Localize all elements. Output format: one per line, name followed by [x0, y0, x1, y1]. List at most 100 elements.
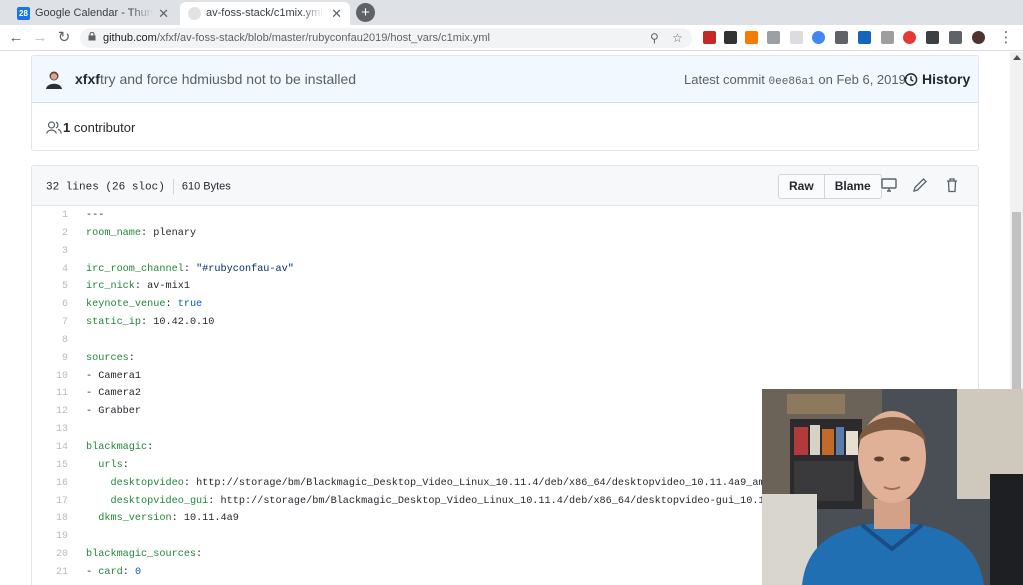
commit-sha-link[interactable]: 0ee86a1 [769, 76, 815, 88]
line-content: - Grabber [86, 403, 141, 421]
code-token: room_name [86, 227, 142, 239]
contributor-label: contributor [73, 120, 136, 135]
extension-icon[interactable] [790, 31, 803, 44]
line-content: irc_nick: av-mix1 [86, 278, 190, 296]
line-number[interactable]: 5 [32, 278, 68, 296]
extension-icon[interactable] [881, 31, 894, 44]
history-link[interactable]: History [903, 71, 970, 87]
bookmark-star-icon[interactable]: ☆ [672, 28, 683, 48]
code-token: dkms_version [98, 513, 172, 525]
contributors-row: 1 contributor [32, 104, 978, 150]
raw-button[interactable]: Raw [778, 174, 824, 199]
blame-button[interactable]: Blame [823, 174, 882, 199]
code-token: : [147, 441, 154, 453]
line-number[interactable]: 3 [32, 243, 68, 261]
extension-icon[interactable] [745, 31, 758, 44]
code-token: : [183, 263, 197, 275]
forward-icon[interactable]: → [30, 28, 50, 48]
code-token: irc_room_channel [86, 263, 184, 275]
code-token: : http://storage/bm/Blackmagic_Desktop_V… [208, 495, 857, 507]
code-token: "#rubyconfau-av" [196, 263, 294, 275]
line-number[interactable]: 6 [32, 296, 68, 314]
tab-title: Google Calendar - Thursday, July [35, 7, 153, 19]
author-avatar[interactable] [45, 70, 63, 89]
line-number[interactable]: 19 [32, 528, 68, 546]
code-line: 5 irc_nick: av-mix1 [32, 278, 978, 296]
line-number[interactable]: 17 [32, 493, 68, 511]
extension-icon[interactable] [724, 31, 737, 44]
close-tab-icon[interactable]: ✕ [158, 2, 169, 25]
line-number[interactable]: 15 [32, 457, 68, 475]
zoom-icon[interactable]: ⚲ [650, 28, 659, 48]
code-token: true [177, 299, 203, 311]
code-line: 2 room_name: plenary [32, 225, 978, 243]
code-line: 6 keynote_venue: true [32, 296, 978, 314]
code-token: : [122, 459, 129, 471]
extension-icon[interactable] [858, 31, 871, 44]
back-icon[interactable]: ← [6, 28, 26, 48]
reload-icon[interactable]: ↻ [54, 28, 74, 48]
line-number[interactable]: 12 [32, 403, 68, 421]
line-number[interactable]: 16 [32, 475, 68, 493]
code-line: 4 irc_room_channel: "#rubyconfau-av" [32, 261, 978, 279]
line-number[interactable]: 4 [32, 261, 68, 279]
line-content: room_name: plenary [86, 225, 196, 243]
tab-google-calendar[interactable]: 28 Google Calendar - Thursday, July ✕ [9, 2, 177, 25]
contributors-link[interactable]: 1 contributor [63, 120, 135, 135]
line-number[interactable]: 7 [32, 314, 68, 332]
file-header: 32 lines (26 sloc) 610 Bytes Raw Blame [32, 166, 978, 206]
code-line: 3 [32, 243, 978, 261]
code-token: desktopvideo_gui [110, 495, 209, 507]
extension-icon[interactable] [703, 31, 716, 44]
code-line: 8 [32, 332, 978, 350]
extension-icon[interactable] [903, 31, 916, 44]
line-number[interactable]: 20 [32, 546, 68, 564]
code-token: : [128, 352, 135, 364]
profile-avatar[interactable] [972, 31, 985, 44]
pencil-icon[interactable] [912, 177, 928, 193]
extension-icon[interactable] [835, 31, 848, 44]
url-host: github.com [103, 32, 157, 44]
extension-icon[interactable] [767, 31, 780, 44]
line-content: --- [86, 207, 104, 225]
code-token: desktopvideo [110, 477, 184, 489]
line-content: irc_room_channel: "#rubyconfau-av" [86, 261, 294, 279]
line-content: blackmagic_sources: [86, 546, 202, 564]
commit-message-link[interactable]: try and force hdmiusbd not to be install… [100, 71, 356, 87]
tab-github-file[interactable]: av-foss-stack/c1mix.yml at master ✕ [180, 2, 350, 25]
desktop-icon[interactable] [881, 177, 897, 193]
trash-icon[interactable] [944, 177, 960, 193]
code-token: - Camera2 [86, 388, 142, 400]
address-bar[interactable]: github.com/xfxf/av-foss-stack/blob/maste… [80, 28, 692, 48]
close-tab-icon[interactable]: ✕ [331, 2, 342, 25]
media-icon[interactable] [949, 31, 962, 44]
new-tab-button[interactable]: + [356, 3, 375, 22]
code-line: 9 sources: [32, 350, 978, 368]
line-number[interactable]: 11 [32, 385, 68, 403]
menu-icon[interactable]: ⋮ [996, 28, 1016, 48]
commit-box: xfxf try and force hdmiusbd not to be in… [31, 55, 979, 151]
line-number[interactable]: 2 [32, 225, 68, 243]
line-number[interactable]: 14 [32, 439, 68, 457]
line-number[interactable]: 8 [32, 332, 68, 350]
line-content: dkms_version: 10.11.4a9 [86, 510, 239, 528]
line-number[interactable]: 1 [32, 207, 68, 225]
line-number[interactable]: 10 [32, 368, 68, 386]
line-number[interactable]: 21 [32, 564, 68, 582]
puzzle-icon[interactable] [926, 31, 939, 44]
line-content: desktopvideo_gui: http://storage/bm/Blac… [86, 493, 856, 511]
latest-commit-row: xfxf try and force hdmiusbd not to be in… [32, 56, 978, 103]
scroll-up-icon[interactable] [1013, 55, 1021, 60]
code-token: : [165, 299, 178, 311]
commit-author-link[interactable]: xfxf [75, 71, 100, 87]
line-number[interactable]: 18 [32, 510, 68, 528]
code-token: 0 [134, 566, 142, 578]
line-number[interactable]: 9 [32, 350, 68, 368]
line-number[interactable]: 13 [32, 421, 68, 439]
extension-icon[interactable] [812, 31, 825, 44]
file-actions: Raw Blame [778, 174, 882, 199]
people-icon [46, 121, 62, 134]
code-token: : 10.11.4a9 [171, 513, 239, 525]
